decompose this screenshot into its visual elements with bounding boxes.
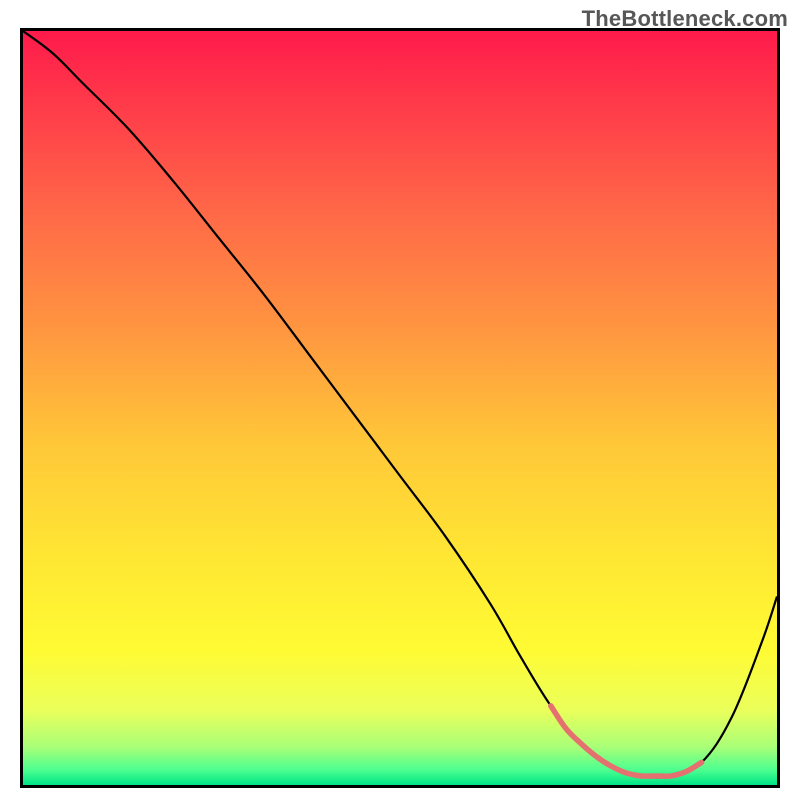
optimal-range-marker [551,706,702,776]
bottleneck-curve [23,31,777,778]
curve-layer [23,31,777,785]
plot-area [20,28,780,788]
chart-container: TheBottleneck.com [0,0,800,800]
